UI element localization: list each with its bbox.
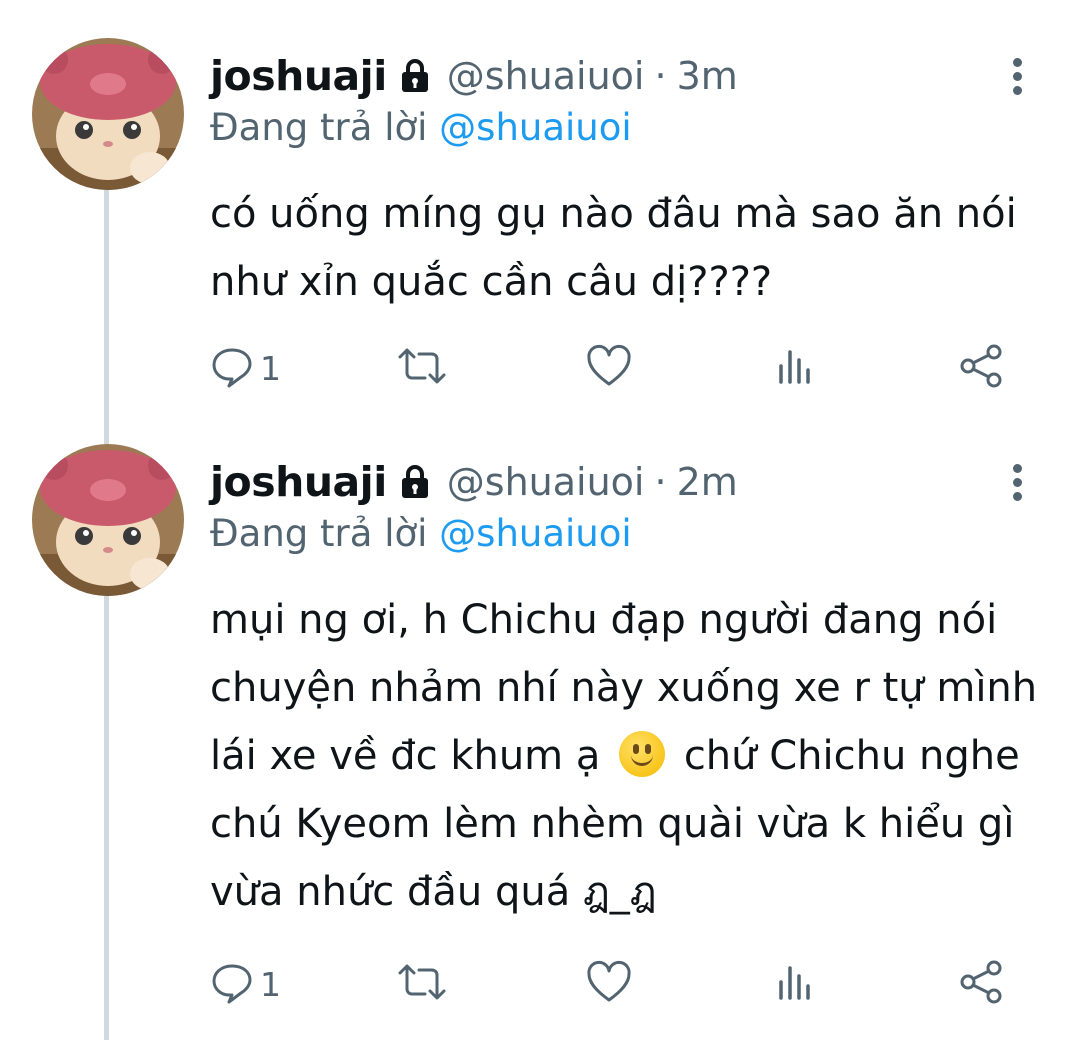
display-name[interactable]: joshuaji xyxy=(210,52,387,100)
share-button[interactable] xyxy=(958,954,1006,1014)
retweet-icon xyxy=(395,960,449,1008)
heart-icon xyxy=(585,344,633,392)
share-icon xyxy=(958,958,1006,1010)
tweet-text: có uống míng gụ nào đâu mà sao ăn nói nh… xyxy=(210,180,1050,316)
user-handle[interactable]: @shuaiuoi xyxy=(447,54,645,98)
mention-link[interactable]: @shuaiuoi xyxy=(439,106,632,149)
avatar-image xyxy=(32,444,184,596)
user-handle[interactable]: @shuaiuoi xyxy=(447,460,645,504)
avatar[interactable] xyxy=(32,444,184,596)
more-vertical-icon[interactable] xyxy=(1000,48,1034,104)
analytics-button[interactable] xyxy=(775,338,815,398)
like-button[interactable] xyxy=(585,954,633,1014)
reply-icon xyxy=(210,344,254,392)
analytics-icon xyxy=(775,960,815,1008)
text-line: chú Kyeom lèm nhèm quài vừa k hiểu gì xyxy=(210,801,1015,847)
replying-prefix: Đang trả lời xyxy=(210,106,428,149)
text-line: mụi ng ơi, h Chichu đạp người đang nói xyxy=(210,597,998,643)
analytics-button[interactable] xyxy=(775,954,815,1014)
reply-count: 1 xyxy=(260,348,281,388)
avatar-image xyxy=(32,38,184,190)
display-name[interactable]: joshuaji xyxy=(210,458,387,506)
reply-count: 1 xyxy=(260,964,281,1004)
text-segment: lái xe về đc khum ạ xyxy=(210,733,601,779)
tweet-header: joshuaji @shuaiuoi · 3m xyxy=(210,48,738,104)
share-icon xyxy=(958,342,1006,394)
replying-to: Đang trả lời @shuaiuoi xyxy=(210,106,632,149)
text-line: chuyện nhảm nhí này xuống xe r tự mình xyxy=(210,665,1038,711)
heart-icon xyxy=(585,960,633,1008)
tweet-header: joshuaji @shuaiuoi · 2m xyxy=(210,454,738,510)
analytics-icon xyxy=(775,344,815,392)
timestamp[interactable]: 2m xyxy=(677,460,738,504)
text-line: có uống míng gụ nào đâu mà sao ăn nói xyxy=(210,191,1017,237)
text-segment: chứ Chichu nghe xyxy=(683,733,1020,779)
text-line: vừa nhức đầu quá ฎ_ฎ xyxy=(210,869,657,915)
tweet-actions: 1 xyxy=(210,954,1030,1014)
mention-link[interactable]: @shuaiuoi xyxy=(439,512,632,555)
retweet-button[interactable] xyxy=(395,338,449,398)
separator-dot: · xyxy=(654,460,667,504)
tweet-text: mụi ng ơi, h Chichu đạp người đang nói c… xyxy=(210,586,1050,926)
text-line: như xỉn quắc cần câu dị???? xyxy=(210,259,773,305)
tweet[interactable]: joshuaji @shuaiuoi · 3m Đang trả lời @sh… xyxy=(0,0,1080,430)
like-button[interactable] xyxy=(585,338,633,398)
avatar[interactable] xyxy=(32,38,184,190)
replying-to: Đang trả lời @shuaiuoi xyxy=(210,512,632,555)
tweet[interactable]: joshuaji @shuaiuoi · 2m Đang trả lời @sh… xyxy=(0,406,1080,1040)
lock-icon xyxy=(397,464,433,500)
separator-dot: · xyxy=(654,54,667,98)
text-line: lái xe về đc khum ạ chứ Chichu nghe xyxy=(210,722,1050,790)
retweet-icon xyxy=(395,344,449,392)
slightly-smiling-face-icon xyxy=(619,731,666,777)
more-vertical-icon[interactable] xyxy=(1000,454,1034,510)
reply-button[interactable]: 1 xyxy=(210,954,281,1014)
tweet-actions: 1 xyxy=(210,338,1030,398)
replying-prefix: Đang trả lời xyxy=(210,512,428,555)
retweet-button[interactable] xyxy=(395,954,449,1014)
lock-icon xyxy=(397,58,433,94)
timestamp[interactable]: 3m xyxy=(677,54,738,98)
share-button[interactable] xyxy=(958,338,1006,398)
reply-icon xyxy=(210,960,254,1008)
reply-button[interactable]: 1 xyxy=(210,338,281,398)
